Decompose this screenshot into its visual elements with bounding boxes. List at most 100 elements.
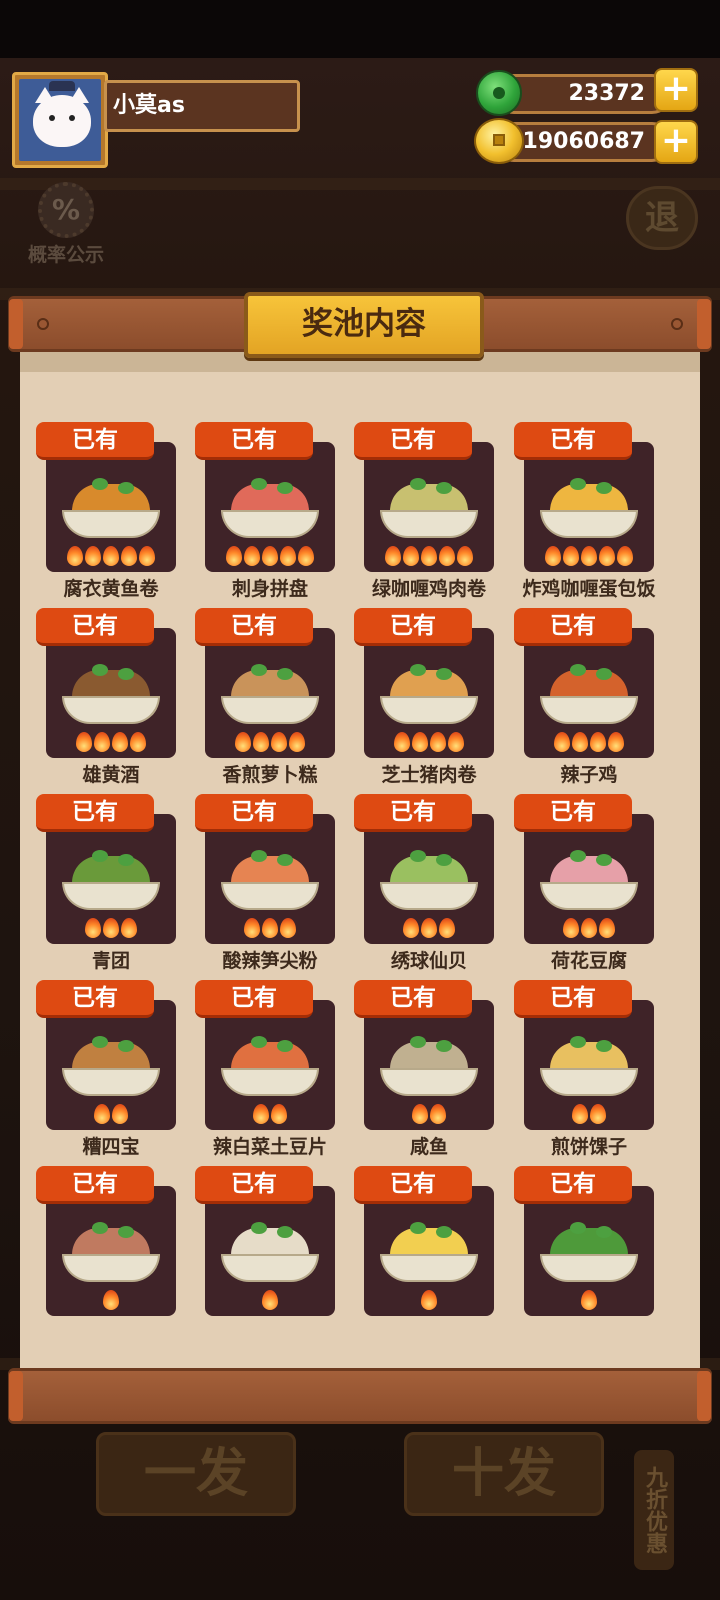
prize-card[interactable]: 已有 绿咖喱鸡肉卷 — [354, 422, 504, 608]
rarity-flames — [524, 918, 654, 940]
modal-title: 奖池内容 — [244, 292, 484, 358]
add-coins-button[interactable]: + — [654, 120, 698, 164]
flame-icon — [253, 732, 269, 752]
prize-card[interactable]: 已有 — [195, 1166, 345, 1352]
rail-end — [9, 1371, 23, 1421]
rarity-flames — [364, 546, 494, 568]
flame-icon — [112, 1104, 128, 1124]
dish-name: 香煎萝卜糕 — [222, 764, 318, 786]
flame-icon — [262, 1290, 278, 1310]
flame-icon — [599, 918, 615, 938]
dish-name: 荷花豆腐 — [550, 950, 627, 972]
rarity-flames — [524, 1104, 654, 1126]
flame-icon — [403, 918, 419, 938]
garnish-icon — [92, 1036, 108, 1048]
prize-card[interactable]: 已有 — [36, 1166, 186, 1352]
dish-plate — [62, 696, 160, 724]
flame-icon — [280, 546, 296, 566]
prize-card[interactable]: 已有 辣子鸡 — [514, 608, 664, 794]
dish-name: 酸辣笋尖粉 — [222, 950, 318, 972]
prize-card[interactable]: 已有 辣白菜土豆片 — [195, 980, 345, 1166]
prize-card[interactable]: 已有 炸鸡咖喱蛋包饭 — [514, 422, 664, 608]
flame-icon — [253, 1104, 269, 1124]
exit-button[interactable]: 退 — [626, 186, 698, 250]
dish-plate — [540, 696, 638, 724]
garnish-icon — [596, 1226, 612, 1238]
prize-card[interactable]: 已有 咸鱼 — [354, 980, 504, 1166]
dish-plate — [380, 1068, 478, 1096]
flame-icon — [403, 546, 419, 566]
prize-pool-panel: 已有 腐衣黄鱼卷 已有 刺身拼盘 已有 绿咖喱鸡肉卷 已有 炸鸡咖喱蛋包饭 已有 雄黄酒 已有 香煎萝… — [20, 352, 700, 1370]
prize-card[interactable]: 已有 糟四宝 — [36, 980, 186, 1166]
garnish-icon — [251, 664, 267, 676]
dish-name: 辣子鸡 — [560, 764, 618, 786]
garnish-icon — [118, 482, 134, 494]
prize-card[interactable]: 已有 雄黄酒 — [36, 608, 186, 794]
rarity-flames — [46, 1104, 176, 1126]
probability-button[interactable]: % 概率公示 — [16, 182, 116, 267]
owned-badge: 已有 — [514, 422, 632, 460]
garnish-icon — [118, 854, 134, 866]
garnish-icon — [436, 854, 452, 866]
dish-name: 腐衣黄鱼卷 — [63, 578, 159, 600]
cat-face-icon — [33, 95, 91, 147]
garnish-icon — [251, 1222, 267, 1234]
owned-badge: 已有 — [195, 422, 313, 460]
prize-card[interactable]: 已有 绣球仙贝 — [354, 794, 504, 980]
jade-hole — [493, 87, 505, 99]
rarity-flames — [524, 546, 654, 568]
owned-badge: 已有 — [354, 794, 472, 832]
prize-card[interactable]: 已有 酸辣笋尖粉 — [195, 794, 345, 980]
garnish-icon — [596, 482, 612, 494]
dish-name: 雄黄酒 — [82, 764, 140, 786]
dish-name: 咸鱼 — [409, 1136, 448, 1158]
dish-name: 青团 — [91, 950, 130, 972]
prize-card[interactable]: 已有 煎饼馃子 — [514, 980, 664, 1166]
prize-card[interactable]: 已有 荷花豆腐 — [514, 794, 664, 980]
owned-badge: 已有 — [354, 422, 472, 460]
garnish-icon — [118, 668, 134, 680]
dish-plate — [221, 510, 319, 538]
prize-card[interactable]: 已有 刺身拼盘 — [195, 422, 345, 608]
coin-hole — [493, 134, 505, 146]
garnish-icon — [596, 668, 612, 680]
dish-plate — [221, 1254, 319, 1282]
flame-icon — [271, 1104, 287, 1124]
dish-icon — [380, 662, 478, 726]
flame-icon — [421, 1290, 437, 1310]
garnish-icon — [92, 664, 108, 676]
prize-card[interactable]: 已有 芝士猪肉卷 — [354, 608, 504, 794]
dish-icon — [221, 662, 319, 726]
prize-card[interactable]: 已有 青团 — [36, 794, 186, 980]
rail-end — [697, 299, 711, 349]
garnish-icon — [436, 1226, 452, 1238]
prize-card[interactable]: 已有 腐衣黄鱼卷 — [36, 422, 186, 608]
dish-icon — [540, 848, 638, 912]
dish-icon — [62, 1034, 160, 1098]
prize-card[interactable]: 已有 — [514, 1166, 664, 1352]
garnish-icon — [92, 850, 108, 862]
avatar[interactable] — [12, 72, 108, 168]
rivet-icon — [37, 318, 49, 330]
dish-plate — [62, 882, 160, 910]
flame-icon — [103, 1290, 119, 1310]
dish-plate — [540, 1068, 638, 1096]
flame-icon — [599, 546, 615, 566]
dish-plate — [540, 510, 638, 538]
draw-ten-button[interactable]: 十发 — [404, 1432, 604, 1516]
draw-one-button[interactable]: 一发 — [96, 1432, 296, 1516]
prize-card[interactable]: 已有香煎萝卜糕 — [195, 608, 345, 794]
garnish-icon — [570, 1222, 586, 1234]
rarity-flames — [205, 546, 335, 568]
flame-icon — [608, 732, 624, 752]
flame-icon — [457, 546, 473, 566]
flame-icon — [394, 732, 410, 752]
dish-plate — [221, 882, 319, 910]
flame-icon — [244, 918, 260, 938]
add-jade-button[interactable]: + — [654, 68, 698, 112]
prize-card[interactable]: 已有 — [354, 1166, 504, 1352]
flame-icon — [421, 918, 437, 938]
owned-badge: 已有 — [195, 608, 313, 646]
flame-icon — [385, 546, 401, 566]
cat-eye-icon — [49, 115, 55, 121]
